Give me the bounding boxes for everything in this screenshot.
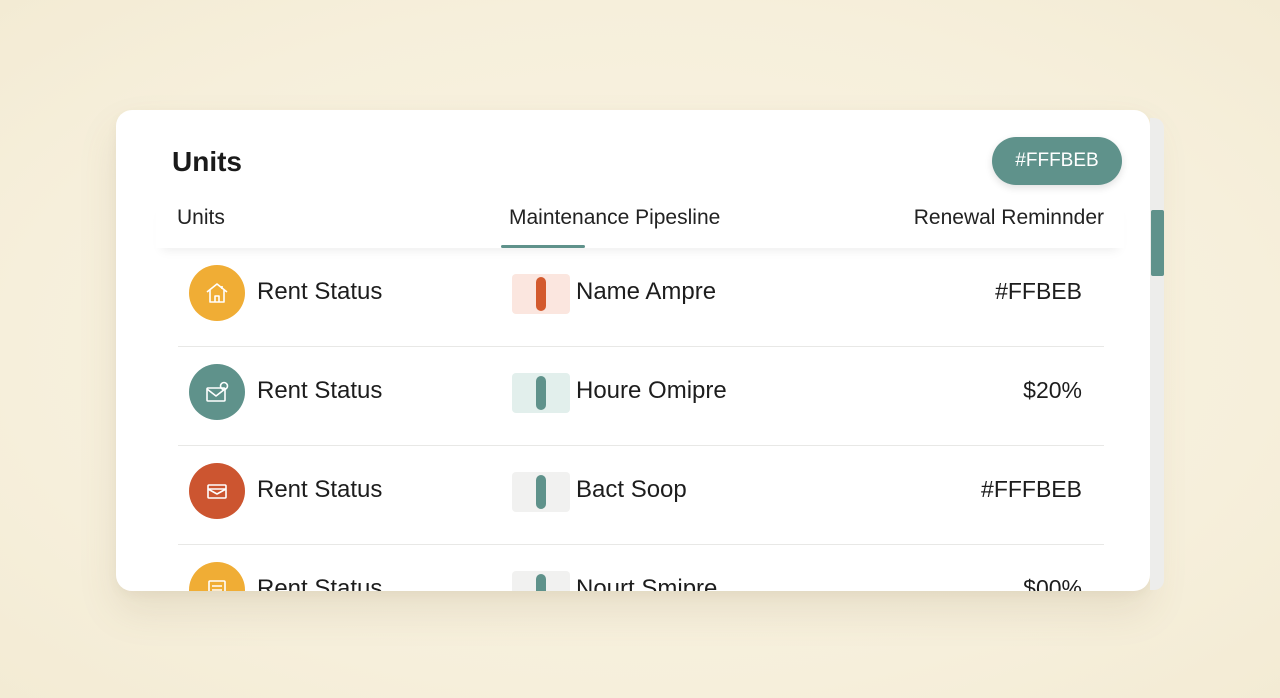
item-value: #FFBEB	[995, 278, 1082, 304]
tab-bar: Units Maintenance Pipesline Renewal Remi…	[156, 200, 1124, 248]
tab-renewal-reminder[interactable]: Renewal Reminnder	[914, 206, 1104, 230]
status-indicator	[512, 571, 570, 591]
units-panel: Units #FFFBEB Units Maintenance Pipeslin…	[116, 110, 1150, 591]
scrollbar-thumb[interactable]	[1151, 210, 1164, 276]
row-label: Rent Status	[257, 377, 383, 404]
tab-maintenance-pipeline[interactable]: Maintenance Pipesline	[509, 206, 720, 230]
page-title: Units	[172, 146, 242, 177]
status-indicator	[512, 274, 570, 314]
envelope-check-icon	[189, 364, 245, 420]
item-value: $00%	[1023, 575, 1082, 591]
list-item[interactable]: Rent Status Bact Soop #FFFBEB	[178, 446, 1104, 545]
row-label: Rent Status	[257, 575, 383, 591]
item-name: Houre Omipre	[576, 377, 727, 404]
item-name: Nourt Smipre	[576, 575, 718, 591]
item-name: Name Ampre	[576, 278, 717, 305]
house-icon	[189, 265, 245, 321]
header-action-button[interactable]: #FFFBEB	[992, 137, 1122, 185]
list-item[interactable]: Rent Status Houre Omipre $20%	[178, 347, 1104, 446]
scrollbar-track[interactable]	[1150, 118, 1164, 590]
row-label: Rent Status	[257, 476, 383, 503]
item-value: $20%	[1023, 377, 1082, 403]
mail-icon	[189, 463, 245, 519]
document-icon	[189, 562, 245, 591]
list-item[interactable]: Rent Status Nourt Smipre $00%	[178, 545, 1104, 591]
status-indicator	[512, 472, 570, 512]
item-value: #FFFBEB	[981, 476, 1082, 502]
tab-units[interactable]: Units	[177, 206, 225, 230]
row-label: Rent Status	[257, 278, 383, 305]
list-item[interactable]: Rent Status Name Ampre #FFBEB	[178, 248, 1104, 347]
item-name: Bact Soop	[576, 476, 687, 503]
status-indicator	[512, 373, 570, 413]
